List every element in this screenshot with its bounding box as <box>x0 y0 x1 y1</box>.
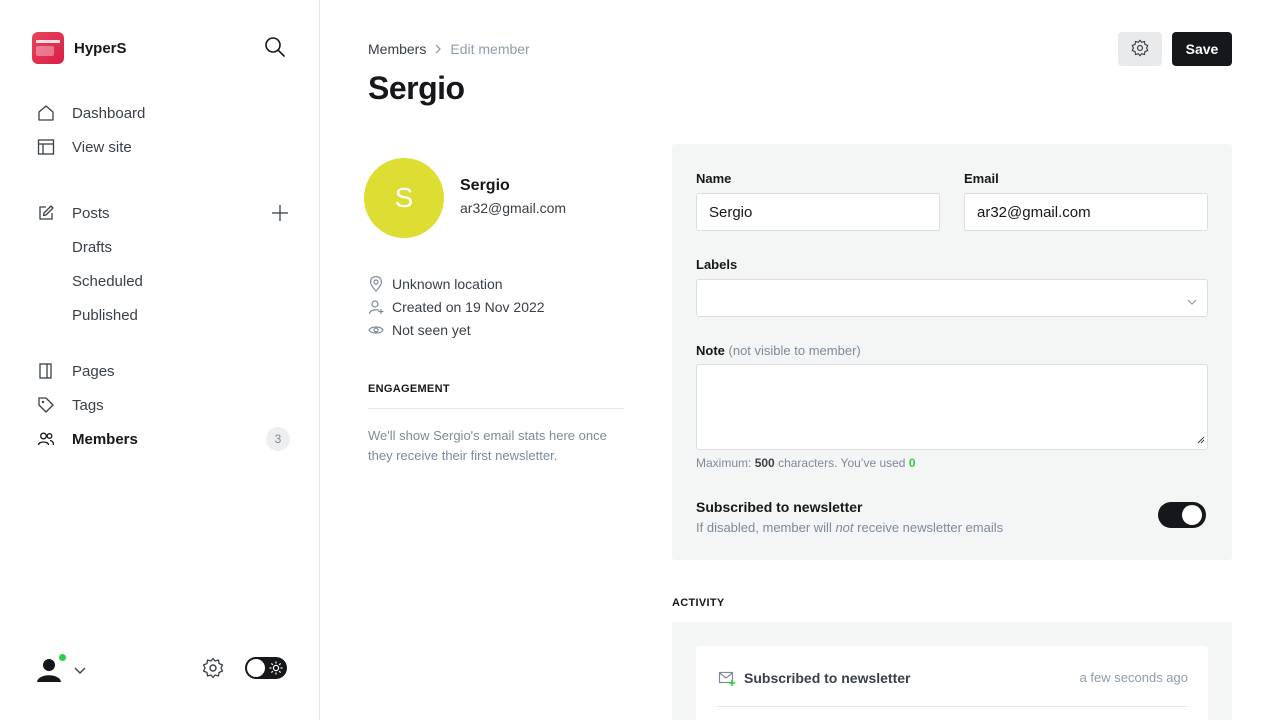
name-label: Name <box>696 171 732 186</box>
toggle-knob <box>247 659 265 677</box>
note-char-hint: Maximum: 500 characters. You’ve used 0 <box>696 456 916 470</box>
page-title: Sergio <box>368 70 465 106</box>
email-label: Email <box>964 171 999 186</box>
home-icon <box>36 103 56 123</box>
online-status-dot <box>57 652 68 663</box>
sidebar-item-posts[interactable]: Posts <box>32 196 296 230</box>
desc-pre: If disabled, member will <box>696 520 832 535</box>
activity-text: Subscribed to newsletter <box>744 670 911 686</box>
note-label: Note (not visible to member) <box>696 343 861 358</box>
main-nav: Dashboard View site Posts Drafts Schedul… <box>32 96 296 456</box>
save-button[interactable]: Save <box>1172 32 1232 66</box>
subscribed-title: Subscribed to newsletter <box>696 499 863 515</box>
subscribed-description: If disabled, member will not receive new… <box>696 520 1003 535</box>
activity-card: Subscribed to newsletter a few seconds a… <box>696 646 1208 720</box>
note-textarea[interactable] <box>696 364 1208 450</box>
sun-icon <box>269 661 283 678</box>
sidebar-item-label: Drafts <box>72 238 113 256</box>
desc-post: receive newsletter emails <box>857 520 1004 535</box>
member-form: Name Sergio Email ar32@gmail.com Labels … <box>672 144 1232 560</box>
note-hint: (not visible to member) <box>728 343 861 358</box>
created-text: Created on 19 Nov 2022 <box>392 298 545 315</box>
labels-label: Labels <box>696 257 738 272</box>
seen-text: Not seen yet <box>392 321 471 338</box>
sidebar-item-label: Posts <box>72 204 110 222</box>
sidebar-item-tags[interactable]: Tags <box>32 388 296 422</box>
layout-icon <box>36 137 56 157</box>
list-item: Subscribed to newsletter a few seconds a… <box>718 668 1188 688</box>
search-icon[interactable] <box>264 36 290 62</box>
resize-handle-icon[interactable] <box>1197 431 1205 447</box>
tag-icon <box>36 395 56 415</box>
mail-subscribe-icon <box>718 669 736 687</box>
note-label-text: Note <box>696 343 725 358</box>
site-logo-icon <box>32 32 64 64</box>
location-row: Unknown location <box>368 272 545 295</box>
seen-row: Not seen yet <box>368 318 545 341</box>
engagement-text: We'll show Sergio's email stats here onc… <box>368 428 607 463</box>
chevron-down-icon <box>1187 293 1197 310</box>
hint-max-count: 500 <box>754 456 775 470</box>
engagement-heading: ENGAGEMENT <box>368 383 450 395</box>
activity-time: a few seconds ago <box>1079 670 1188 685</box>
email-field[interactable]: ar32@gmail.com <box>964 193 1208 231</box>
location-text: Unknown location <box>392 275 503 292</box>
sidebar-item-members[interactable]: Members 3 <box>32 422 296 456</box>
sidebar-item-label: Dashboard <box>72 104 146 122</box>
hint-prefix: Maximum: <box>696 456 752 470</box>
sidebar-item-label: Scheduled <box>72 272 143 290</box>
breadcrumb: Members Edit member <box>368 41 530 57</box>
member-avatar: S <box>364 158 444 238</box>
sidebar-item-dashboard[interactable]: Dashboard <box>32 96 296 130</box>
user-add-icon <box>368 299 384 315</box>
breadcrumb-members-link[interactable]: Members <box>368 41 426 57</box>
member-name: Sergio <box>460 177 510 194</box>
sidebar-item-label: Pages <box>72 362 115 380</box>
sidebar: HyperS Dashboard View site Posts Drafts … <box>0 0 320 720</box>
location-pin-icon <box>368 275 384 292</box>
sidebar-item-published[interactable]: Published <box>32 298 296 332</box>
dark-mode-toggle[interactable] <box>245 657 287 679</box>
page-icon <box>36 361 56 381</box>
members-count-badge: 3 <box>266 427 290 451</box>
main-content: Members Edit member Sergio Save S Sergio… <box>320 0 1280 720</box>
sidebar-item-label: Members <box>72 430 138 448</box>
divider <box>716 706 1188 707</box>
member-email: ar32@gmail.com <box>460 200 567 216</box>
name-field[interactable]: Sergio <box>696 193 940 231</box>
plus-icon[interactable] <box>270 203 290 223</box>
hint-mid: characters. You’ve used <box>778 456 906 470</box>
settings-gear-icon[interactable] <box>202 657 224 679</box>
hint-used-count: 0 <box>908 456 916 470</box>
member-meta: Unknown location Created on 19 Nov 2022 … <box>368 272 545 341</box>
divider <box>368 408 624 409</box>
toggle-knob <box>1182 505 1202 525</box>
sidebar-item-pages[interactable]: Pages <box>32 354 296 388</box>
sidebar-item-label: Tags <box>72 396 104 414</box>
desc-em: not <box>835 520 854 535</box>
created-row: Created on 19 Nov 2022 <box>368 295 545 318</box>
eye-icon <box>368 322 384 338</box>
sidebar-item-label: View site <box>72 138 132 156</box>
chevron-right-icon <box>434 41 442 57</box>
sidebar-item-scheduled[interactable]: Scheduled <box>32 264 296 298</box>
gear-icon <box>1131 39 1149 60</box>
activity-heading: ACTIVITY <box>672 597 725 609</box>
sidebar-footer <box>32 650 288 686</box>
site-name: HyperS <box>74 39 127 57</box>
activity-panel: Subscribed to newsletter a few seconds a… <box>672 622 1232 720</box>
sidebar-item-label: Published <box>72 306 138 324</box>
member-settings-button[interactable] <box>1118 32 1162 66</box>
brand[interactable]: HyperS <box>32 32 127 64</box>
newsletter-toggle[interactable] <box>1158 502 1206 528</box>
user-avatar[interactable] <box>32 652 68 686</box>
sidebar-item-view-site[interactable]: View site <box>32 130 296 164</box>
chevron-down-icon[interactable] <box>74 662 86 678</box>
sidebar-item-drafts[interactable]: Drafts <box>32 230 296 264</box>
edit-icon <box>36 203 56 223</box>
labels-select[interactable] <box>696 279 1208 317</box>
breadcrumb-current: Edit member <box>450 41 530 57</box>
members-icon <box>36 429 56 449</box>
